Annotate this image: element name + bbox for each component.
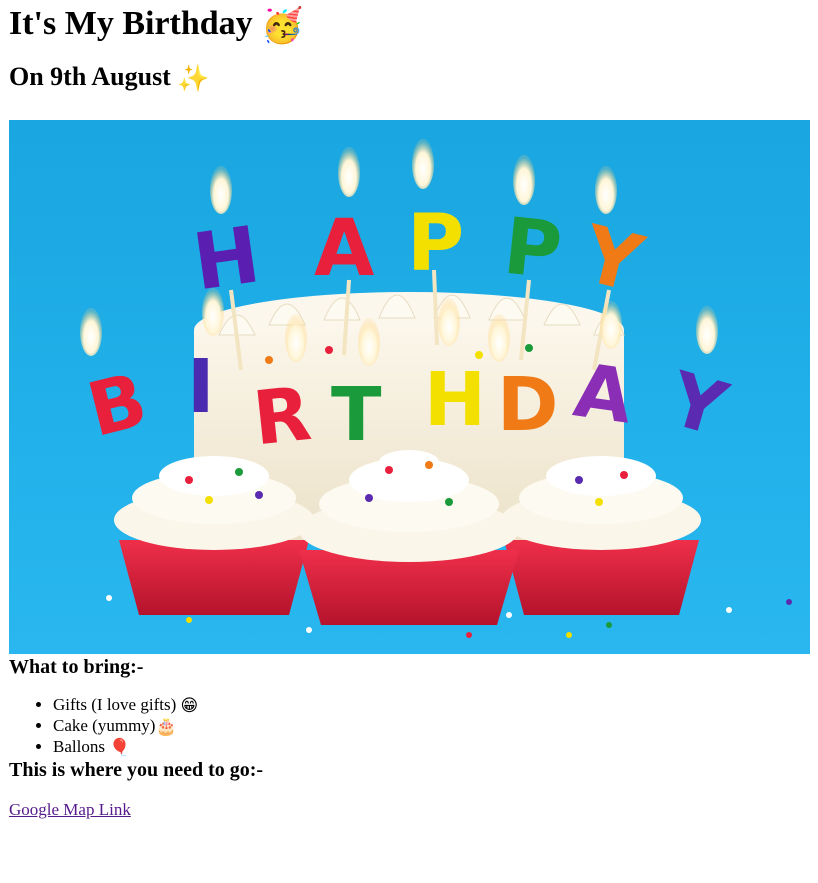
bring-item-gifts-text: Gifts (I love gifts) — [53, 695, 177, 714]
candle-letter-y2: Y — [659, 356, 737, 454]
bring-item-cake-text: Cake (yummy) — [53, 716, 156, 735]
list-item: Gifts (I love gifts) 😁 — [53, 694, 810, 716]
candle-letter-a: A — [314, 204, 374, 294]
candle-letter-i: I — [187, 344, 215, 430]
sparkles-emoji-icon: ✨ — [177, 64, 210, 95]
birthday-cupcakes-illustration: H A P P Y B I R T H D A Y — [79, 139, 792, 638]
page: It's My Birthday 🥳 On 9th August ✨ H A P… — [0, 0, 818, 821]
candle-letter-r: R — [249, 371, 315, 462]
birthday-cake-emoji-icon: 🎂 — [155, 716, 177, 737]
what-to-bring-list: Gifts (I love gifts) 😁 Cake (yummy)🎂 Bal… — [9, 694, 810, 758]
list-item: Cake (yummy)🎂 — [53, 715, 810, 737]
candle-letter-d: D — [497, 362, 558, 448]
event-date-text: On 9th August — [9, 62, 171, 91]
what-to-bring-heading: What to bring:- — [9, 656, 144, 678]
google-map-link[interactable]: Google Map Link — [9, 799, 131, 821]
grinning-face-emoji-icon: 😁 — [180, 695, 199, 716]
party-face-emoji-icon: 🥳 — [261, 6, 304, 47]
title-text: It's My Birthday — [9, 5, 253, 42]
location-heading: This is where you need to go:- — [9, 759, 264, 781]
list-item: Ballons 🎈 — [53, 736, 810, 758]
candle-letter-t: T — [331, 372, 382, 458]
bring-item-balloons-text: Ballons — [53, 737, 105, 756]
candle-letter-a2: A — [569, 348, 638, 441]
candle-letter-p1: P — [407, 199, 464, 289]
candle-letter-h2: H — [424, 357, 486, 443]
page-title: It's My Birthday 🥳 — [9, 0, 810, 46]
candle-letter-y: Y — [573, 209, 652, 311]
event-date-heading: On 9th August ✨ — [9, 60, 810, 94]
candle-letter-b: B — [79, 357, 155, 454]
candle-letter-p2: P — [500, 202, 566, 297]
candle-letter-h: H — [188, 210, 265, 308]
balloon-emoji-icon: 🎈 — [109, 737, 131, 758]
birthday-cupcakes-image: H A P P Y B I R T H D A Y — [9, 120, 810, 654]
